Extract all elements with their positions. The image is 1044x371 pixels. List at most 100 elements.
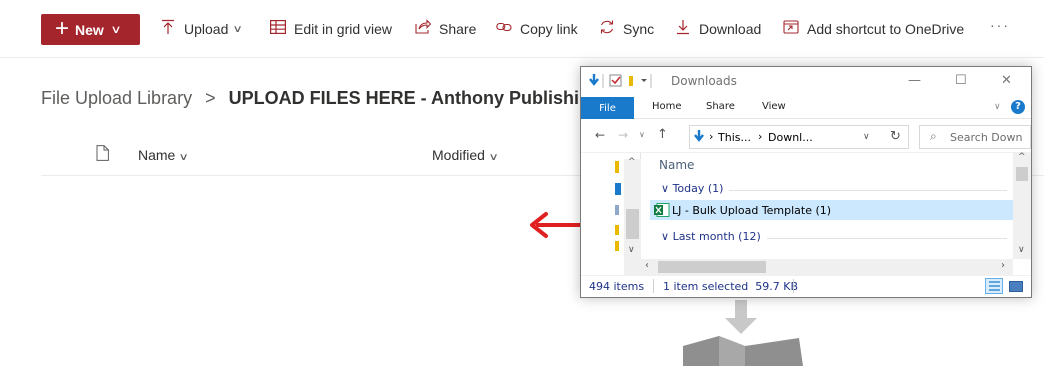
folder-icon[interactable] <box>615 225 619 235</box>
scroll-up-icon[interactable]: ^ <box>628 157 636 167</box>
file-list: Name ∨ Today (1) LJ - Bulk Upload Templa… <box>647 153 1013 259</box>
breadcrumb: File Upload Library > UPLOAD FILES HERE … <box>41 88 601 109</box>
breadcrumb-parent[interactable]: File Upload Library <box>41 88 192 108</box>
selection-info: 1 item selected 59.7 KB <box>663 280 799 293</box>
edit-grid-button[interactable]: Edit in grid view <box>270 16 392 42</box>
plus-icon: + <box>55 14 70 42</box>
scroll-right-icon[interactable]: › <box>1001 260 1005 271</box>
maximize-button[interactable]: ☐ <box>955 73 967 88</box>
column-header-name[interactable]: Name <box>659 158 694 172</box>
address-field[interactable]: › This... › Downl... ∨ ↻ <box>689 125 909 149</box>
share-button[interactable]: Share <box>415 16 476 42</box>
file-name: LJ - Bulk Upload Template (1) <box>672 204 832 217</box>
sync-label: Sync <box>623 21 655 37</box>
nav-scrollbar[interactable]: ^ ∨ <box>624 157 641 275</box>
search-placeholder: Search Down <box>950 131 1023 144</box>
new-button[interactable]: + New ∨ <box>41 14 140 45</box>
folder-icon[interactable] <box>615 205 619 215</box>
explorer-title-bar: Downloads — ☐ ✕ <box>581 67 1031 97</box>
folder-icon[interactable] <box>615 241 619 251</box>
list-item[interactable]: LJ - Bulk Upload Template (1) <box>650 200 1013 220</box>
search-field[interactable]: ⌕ Search Down <box>919 125 1031 149</box>
add-shortcut-button[interactable]: Add shortcut to OneDrive <box>783 16 964 42</box>
share-icon <box>415 19 432 39</box>
explorer-title: Downloads <box>671 74 737 88</box>
share-label: Share <box>439 21 477 37</box>
scroll-left-icon[interactable]: ‹ <box>645 260 649 271</box>
address-root[interactable]: This... <box>718 131 751 144</box>
group-today[interactable]: ∨ Today (1) <box>661 182 723 195</box>
sync-icon <box>599 19 615 40</box>
column-header-modified[interactable]: Modified ∨ <box>432 147 499 163</box>
address-leaf[interactable]: Downl... <box>768 131 813 144</box>
tab-file[interactable]: File <box>581 97 634 119</box>
divider <box>767 238 1007 239</box>
group-today-label: Today (1) <box>672 182 724 195</box>
column-modified-label: Modified <box>432 147 485 163</box>
excel-file-icon <box>654 203 670 220</box>
column-name-label: Name <box>138 147 176 163</box>
address-dropdown-icon[interactable]: ∨ <box>863 132 870 142</box>
tab-view[interactable]: View <box>762 101 786 112</box>
copy-link-label: Copy link <box>520 21 578 37</box>
upload-icon <box>160 19 176 40</box>
close-button[interactable]: ✕ <box>1001 73 1012 88</box>
divider <box>653 279 654 293</box>
scroll-down-icon[interactable]: ∨ <box>628 245 635 255</box>
navigation-pane: ^ ∨ <box>581 153 641 275</box>
horizontal-scrollbar[interactable]: ‹ › <box>641 259 1013 275</box>
group-last-month[interactable]: ∨ Last month (12) <box>661 230 761 243</box>
item-count: 494 items <box>589 280 645 293</box>
divider <box>729 190 1007 191</box>
scroll-thumb[interactable] <box>1016 167 1028 181</box>
back-icon[interactable]: ← <box>595 128 605 142</box>
file-type-icon[interactable] <box>96 145 109 161</box>
up-icon[interactable]: ↑ <box>657 127 668 142</box>
tab-home[interactable]: Home <box>652 101 682 112</box>
page-title: UPLOAD FILES HERE - Anthony Publishing <box>228 88 601 108</box>
scroll-up-icon[interactable]: ^ <box>1018 152 1026 162</box>
scroll-down-icon[interactable]: ∨ <box>1018 245 1025 255</box>
group-last-month-label: Last month (12) <box>672 230 761 243</box>
tab-share[interactable]: Share <box>706 101 735 112</box>
folder-icon[interactable] <box>615 183 621 195</box>
forward-icon[interactable]: → <box>618 128 628 142</box>
help-icon[interactable]: ? <box>1011 100 1025 114</box>
refresh-icon[interactable]: ↻ <box>890 129 901 144</box>
upload-button[interactable]: Upload ∨ <box>160 16 244 42</box>
scroll-thumb[interactable] <box>626 209 639 239</box>
breadcrumb-separator: > <box>205 88 216 108</box>
chevron-down-icon: ∨ <box>661 230 673 243</box>
grid-icon <box>270 19 287 39</box>
download-icon <box>675 19 691 40</box>
new-button-label: New <box>75 21 104 38</box>
drop-zone-illustration <box>683 300 803 371</box>
upload-label: Upload <box>184 21 229 37</box>
chevron-down-icon: ∨ <box>232 23 244 35</box>
edit-grid-label: Edit in grid view <box>294 21 393 37</box>
quick-access-icon <box>589 73 659 92</box>
chevron-down-icon: ∨ <box>110 24 122 36</box>
download-button[interactable]: Download <box>675 16 761 42</box>
add-shortcut-label: Add shortcut to OneDrive <box>807 21 965 37</box>
chevron-down-icon: ∨ <box>661 182 673 195</box>
details-view-icon[interactable] <box>985 278 1003 294</box>
recent-locations-icon[interactable]: ∨ <box>639 130 645 139</box>
status-bar: 494 items 1 item selected 59.7 KB <box>581 275 1031 297</box>
large-icons-view-icon[interactable] <box>1009 281 1023 292</box>
file-explorer-window: Downloads — ☐ ✕ File Home Share View ∨ ?… <box>580 66 1032 298</box>
download-label: Download <box>699 21 762 37</box>
sync-button[interactable]: Sync <box>599 16 654 42</box>
folder-icon[interactable] <box>615 161 619 173</box>
copy-link-button[interactable]: Copy link <box>496 16 578 42</box>
vertical-scrollbar[interactable]: ^ ∨ <box>1013 152 1031 259</box>
column-header-name[interactable]: Name ∨ <box>138 147 189 163</box>
more-options-button[interactable]: ··· <box>990 17 1010 33</box>
expand-ribbon-icon[interactable]: ∨ <box>994 102 1001 112</box>
explorer-address-bar: ← → ∨ ↑ › This... › Downl... ∨ ↻ ⌕ Searc… <box>581 119 1031 153</box>
link-icon <box>496 20 512 38</box>
search-icon: ⌕ <box>930 129 937 143</box>
chevron-down-icon: ∨ <box>488 152 499 163</box>
minimize-button[interactable]: — <box>908 73 921 88</box>
scroll-thumb[interactable] <box>658 261 766 273</box>
